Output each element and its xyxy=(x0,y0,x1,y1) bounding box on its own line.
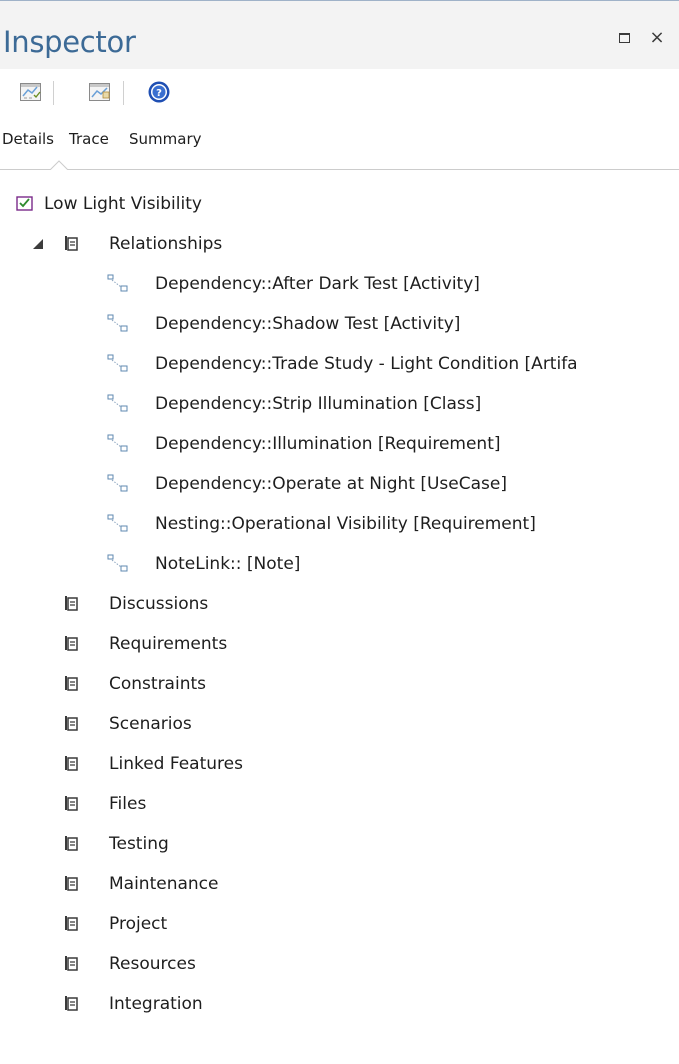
section-icon xyxy=(65,796,78,811)
section-icon xyxy=(65,836,78,851)
section-icon xyxy=(65,756,78,771)
close-icon[interactable]: × xyxy=(648,29,666,47)
tab-details[interactable]: Details xyxy=(2,130,54,148)
relationship-label: Dependency::After Dark Test [Activity] xyxy=(155,274,480,294)
diagram-properties-icon[interactable] xyxy=(88,80,112,104)
tree-node-label: Scenarios xyxy=(109,714,192,734)
relationship-label: Dependency::Operate at Night [UseCase] xyxy=(155,474,507,494)
tree-root-label: Low Light Visibility xyxy=(44,194,202,214)
tree-node-label: Discussions xyxy=(109,594,209,614)
tree-node-label: Resources xyxy=(109,954,196,974)
connector-icon xyxy=(107,434,128,452)
tree-node-label: Testing xyxy=(109,834,169,854)
section-icon xyxy=(65,596,78,611)
section-icon xyxy=(65,716,78,731)
section-icon xyxy=(65,916,78,931)
requirement-checkbox-icon xyxy=(16,196,33,211)
connector-icon xyxy=(107,514,128,532)
section-icon xyxy=(65,676,78,691)
tree-node-label: Maintenance xyxy=(109,874,219,894)
tree-node-label: Constraints xyxy=(109,674,206,694)
connector-icon xyxy=(107,314,128,332)
tab-divider xyxy=(0,169,679,170)
connector-icon xyxy=(107,474,128,492)
tree-node-label: Files xyxy=(109,794,147,814)
title-bar: Inspector × xyxy=(0,0,679,69)
connector-icon xyxy=(107,274,128,292)
tree-node-label: Project xyxy=(109,914,168,934)
inspector-panel: Inspector × ? Details Trace Summary Low … xyxy=(0,0,679,1064)
expanded-arrow-icon[interactable] xyxy=(33,239,44,250)
svg-text:?: ? xyxy=(156,88,162,99)
relationship-label: Dependency::Shadow Test [Activity] xyxy=(155,314,461,334)
section-icon xyxy=(65,636,78,651)
selected-tab-indicator xyxy=(50,160,68,170)
relationship-label: Dependency::Trade Study - Light Conditio… xyxy=(155,354,578,374)
relationship-label: Dependency::Strip Illumination [Class] xyxy=(155,394,482,414)
tree-node-label: Relationships xyxy=(109,234,223,254)
toolbar-separator xyxy=(123,81,124,105)
tab-summary[interactable]: Summary xyxy=(129,130,202,148)
connector-icon xyxy=(107,554,128,572)
tab-trace[interactable]: Trace xyxy=(69,130,109,148)
connector-icon xyxy=(107,354,128,372)
element-properties-icon[interactable] xyxy=(19,80,43,104)
section-icon xyxy=(65,956,78,971)
relationship-label: Dependency::Illumination [Requirement] xyxy=(155,434,501,454)
help-icon[interactable]: ? xyxy=(147,80,171,104)
tree-node-label: Requirements xyxy=(109,634,228,654)
section-icon xyxy=(65,236,78,251)
section-icon xyxy=(65,876,78,891)
panel-title: Inspector xyxy=(3,25,136,59)
relationship-label: NoteLink:: [Note] xyxy=(155,554,301,574)
tree-node-relationships[interactable]: Relationships xyxy=(0,230,679,258)
tab-strip: Details Trace Summary xyxy=(0,118,679,170)
section-icon xyxy=(65,996,78,1011)
toolbar: ? xyxy=(0,69,679,115)
restore-icon[interactable] xyxy=(616,29,634,47)
tree-node-label: Integration xyxy=(109,994,203,1014)
tree-node-label: Linked Features xyxy=(109,754,243,774)
relationship-label: Nesting::Operational Visibility [Require… xyxy=(155,514,536,534)
toolbar-separator xyxy=(53,81,54,105)
connector-icon xyxy=(107,394,128,412)
